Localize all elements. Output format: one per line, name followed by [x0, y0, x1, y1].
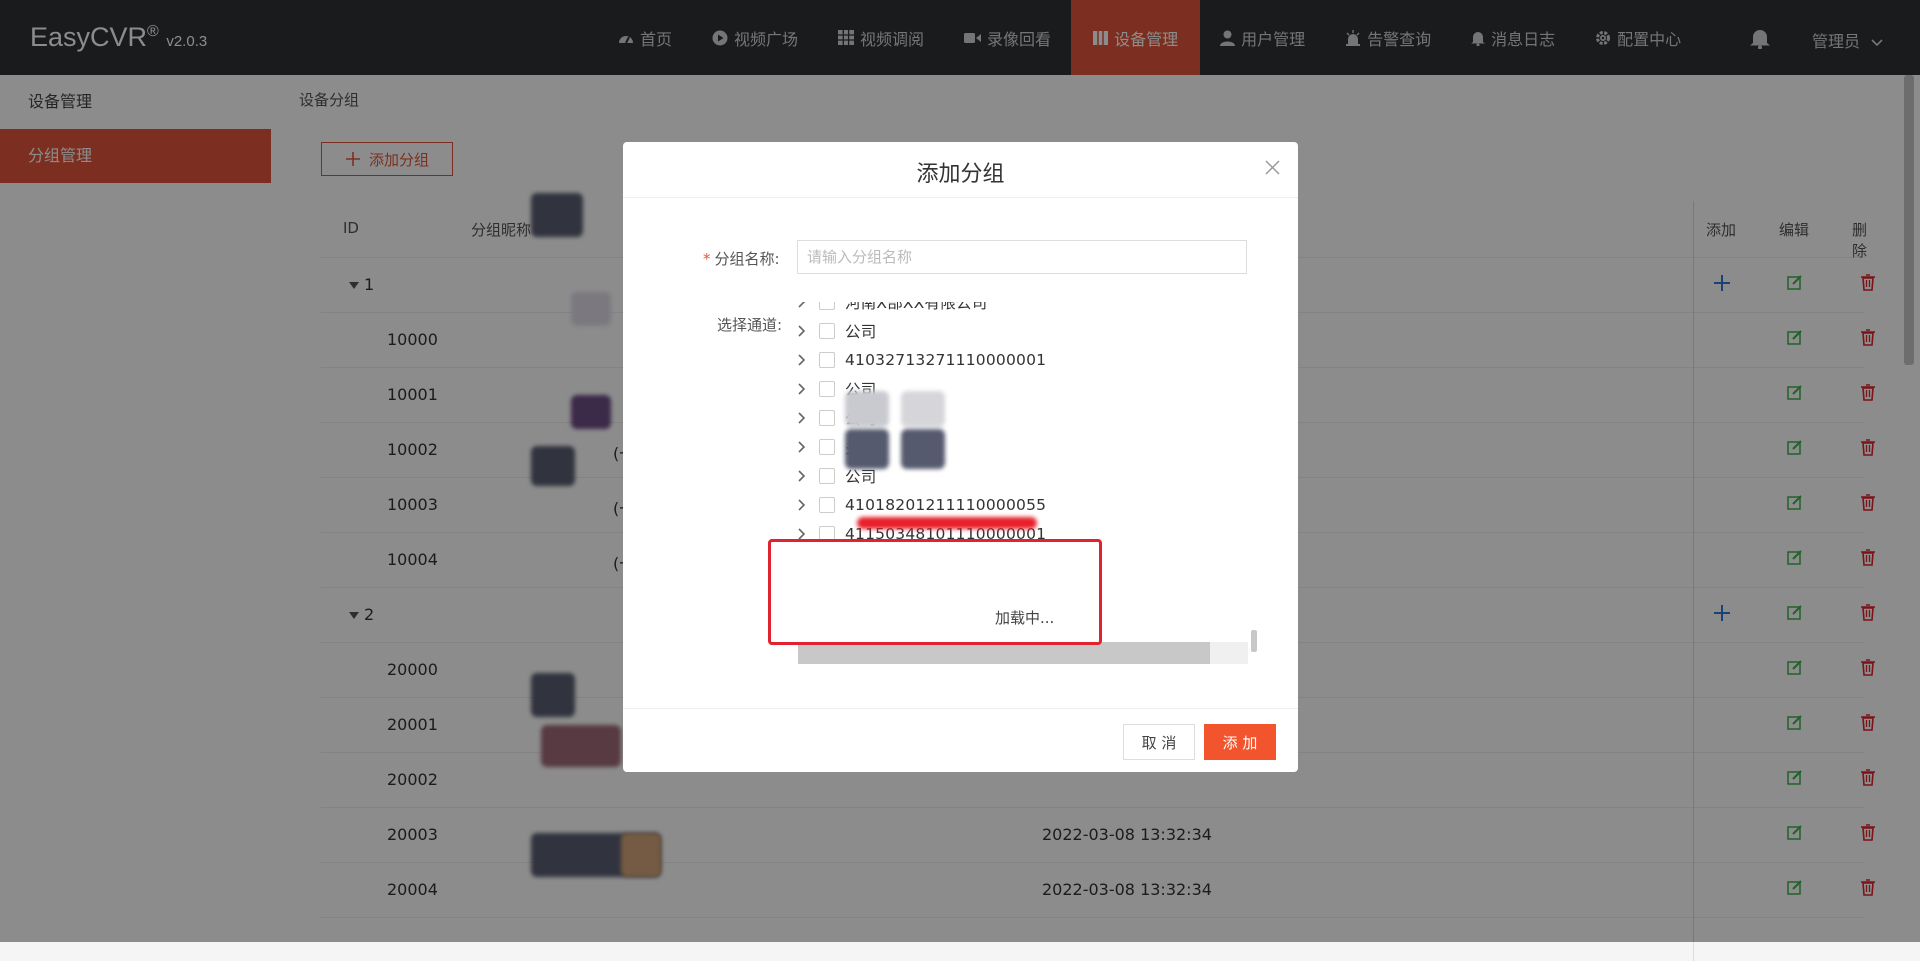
channel-tree-node[interactable]: 41018201211110000055	[789, 491, 1229, 519]
channel-checkbox[interactable]	[819, 410, 835, 426]
channel-checkbox[interactable]	[819, 468, 835, 484]
group-name-input[interactable]	[797, 240, 1247, 274]
dialog-footer: 取 消 添 加	[623, 708, 1298, 773]
channel-tree-node[interactable]: 河南X部XX有限公司	[789, 302, 1229, 316]
expand-arrow-icon[interactable]	[789, 499, 815, 511]
channel-checkbox[interactable]	[819, 497, 835, 513]
required-mark: *	[703, 250, 711, 268]
redaction	[901, 391, 945, 427]
channel-tree-node[interactable]: 公司	[789, 317, 1229, 345]
expand-arrow-icon[interactable]	[789, 354, 815, 366]
channel-select-label: 选择通道:	[717, 316, 783, 334]
channel-label: 河南X部XX有限公司	[845, 302, 988, 312]
tree-horizontal-scrollbar[interactable]	[798, 642, 1248, 664]
expand-arrow-icon[interactable]	[789, 325, 815, 337]
channel-checkbox[interactable]	[819, 302, 835, 310]
add-group-dialog: 添加分组 *分组名称: 选择通道: 河南X部XX有限公司公司 4103271327…	[623, 142, 1298, 772]
tree-loading-text: 加载中...	[995, 609, 1055, 627]
redaction	[845, 391, 889, 427]
channel-checkbox[interactable]	[819, 439, 835, 455]
expand-arrow-icon[interactable]	[789, 383, 815, 395]
expand-arrow-icon[interactable]	[789, 412, 815, 424]
redaction	[901, 429, 945, 469]
channel-tree-node[interactable]: 41032713271110000001	[789, 346, 1229, 374]
redaction	[845, 429, 889, 469]
channel-label: 41018201211110000055	[845, 496, 1047, 514]
expand-arrow-icon[interactable]	[789, 302, 815, 308]
expand-arrow-icon[interactable]	[789, 528, 815, 540]
cancel-button[interactable]: 取 消	[1123, 724, 1195, 760]
scroll-thumb[interactable]	[798, 642, 1210, 664]
channel-label: 公司	[845, 323, 877, 341]
group-name-label: * 分组名称:	[703, 250, 780, 268]
redaction	[857, 517, 1037, 529]
close-icon[interactable]	[1265, 160, 1280, 175]
channel-label: 41032713271110000001	[845, 351, 1047, 369]
channel-checkbox[interactable]	[819, 352, 835, 368]
dialog-title: 添加分组	[916, 162, 1005, 187]
channel-checkbox[interactable]	[819, 323, 835, 339]
expand-arrow-icon[interactable]	[789, 441, 815, 453]
expand-arrow-icon[interactable]	[789, 470, 815, 482]
tree-vertical-scrollbar[interactable]	[1251, 302, 1257, 652]
dialog-header: 添加分组	[623, 142, 1298, 198]
channel-checkbox[interactable]	[819, 526, 835, 542]
confirm-add-button[interactable]: 添 加	[1204, 724, 1276, 760]
channel-checkbox[interactable]	[819, 381, 835, 397]
